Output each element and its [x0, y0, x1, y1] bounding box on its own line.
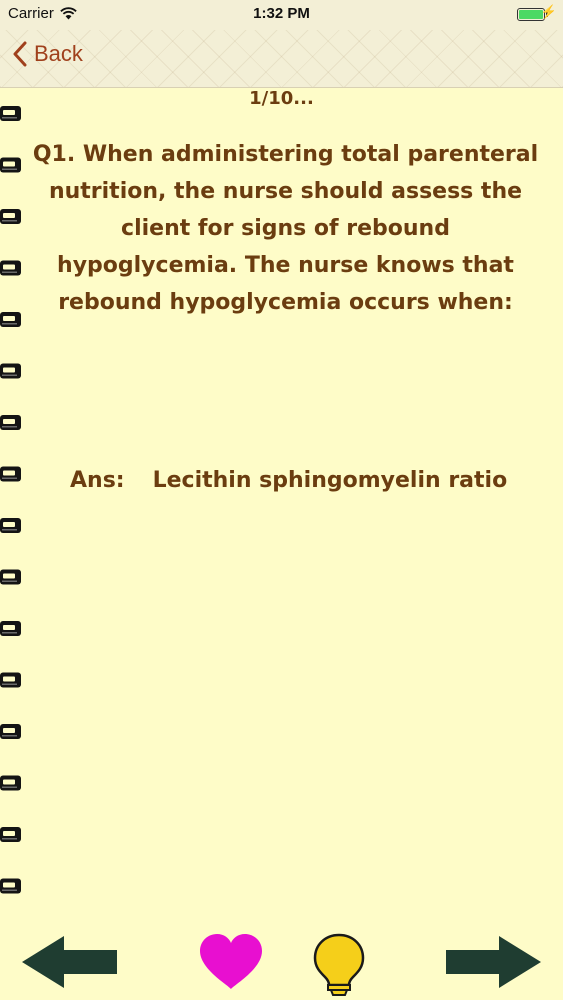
spiral-ring [0, 312, 21, 327]
navigation-bar: Back [0, 30, 563, 88]
spiral-ring [0, 724, 21, 739]
charging-bolt-icon: ⚡ [540, 4, 557, 19]
answer-row: Ans: Lecithin sphingomyelin ratio [70, 468, 507, 493]
spiral-ring [0, 209, 21, 224]
next-arrow-icon[interactable] [446, 934, 542, 990]
favorite-heart-icon[interactable] [198, 933, 264, 991]
answer-label: Ans: [70, 468, 125, 493]
back-button-label: Back [34, 41, 83, 66]
spiral-ring [0, 775, 21, 791]
card-counter: 1/10... [249, 88, 314, 109]
spiral-ring [0, 518, 21, 533]
spiral-ring [0, 569, 21, 585]
previous-arrow-icon[interactable] [22, 934, 118, 990]
hint-lightbulb-icon[interactable] [312, 933, 366, 997]
spiral-binding-icon [0, 106, 21, 894]
flashcard-page: 1/10... Q1. When administering total par… [0, 88, 563, 920]
question-text: Q1. When administering total parenteral … [32, 142, 539, 315]
spiral-ring [0, 415, 21, 430]
chevron-left-icon [13, 41, 27, 67]
spiral-ring [0, 363, 21, 379]
spiral-ring [0, 157, 21, 173]
spiral-ring [0, 260, 21, 276]
bottom-toolbar [0, 920, 563, 1000]
spiral-ring [0, 878, 21, 894]
spiral-ring [0, 672, 21, 688]
battery-level [519, 10, 543, 19]
spiral-ring [0, 827, 21, 842]
spiral-ring [0, 466, 21, 482]
status-bar: Carrier 1:32 PM ⚡ [0, 0, 563, 30]
answer-text: Lecithin sphingomyelin ratio [152, 468, 508, 493]
spiral-ring [0, 621, 21, 636]
status-time: 1:32 PM [253, 5, 310, 22]
back-button[interactable]: Back [12, 41, 83, 67]
